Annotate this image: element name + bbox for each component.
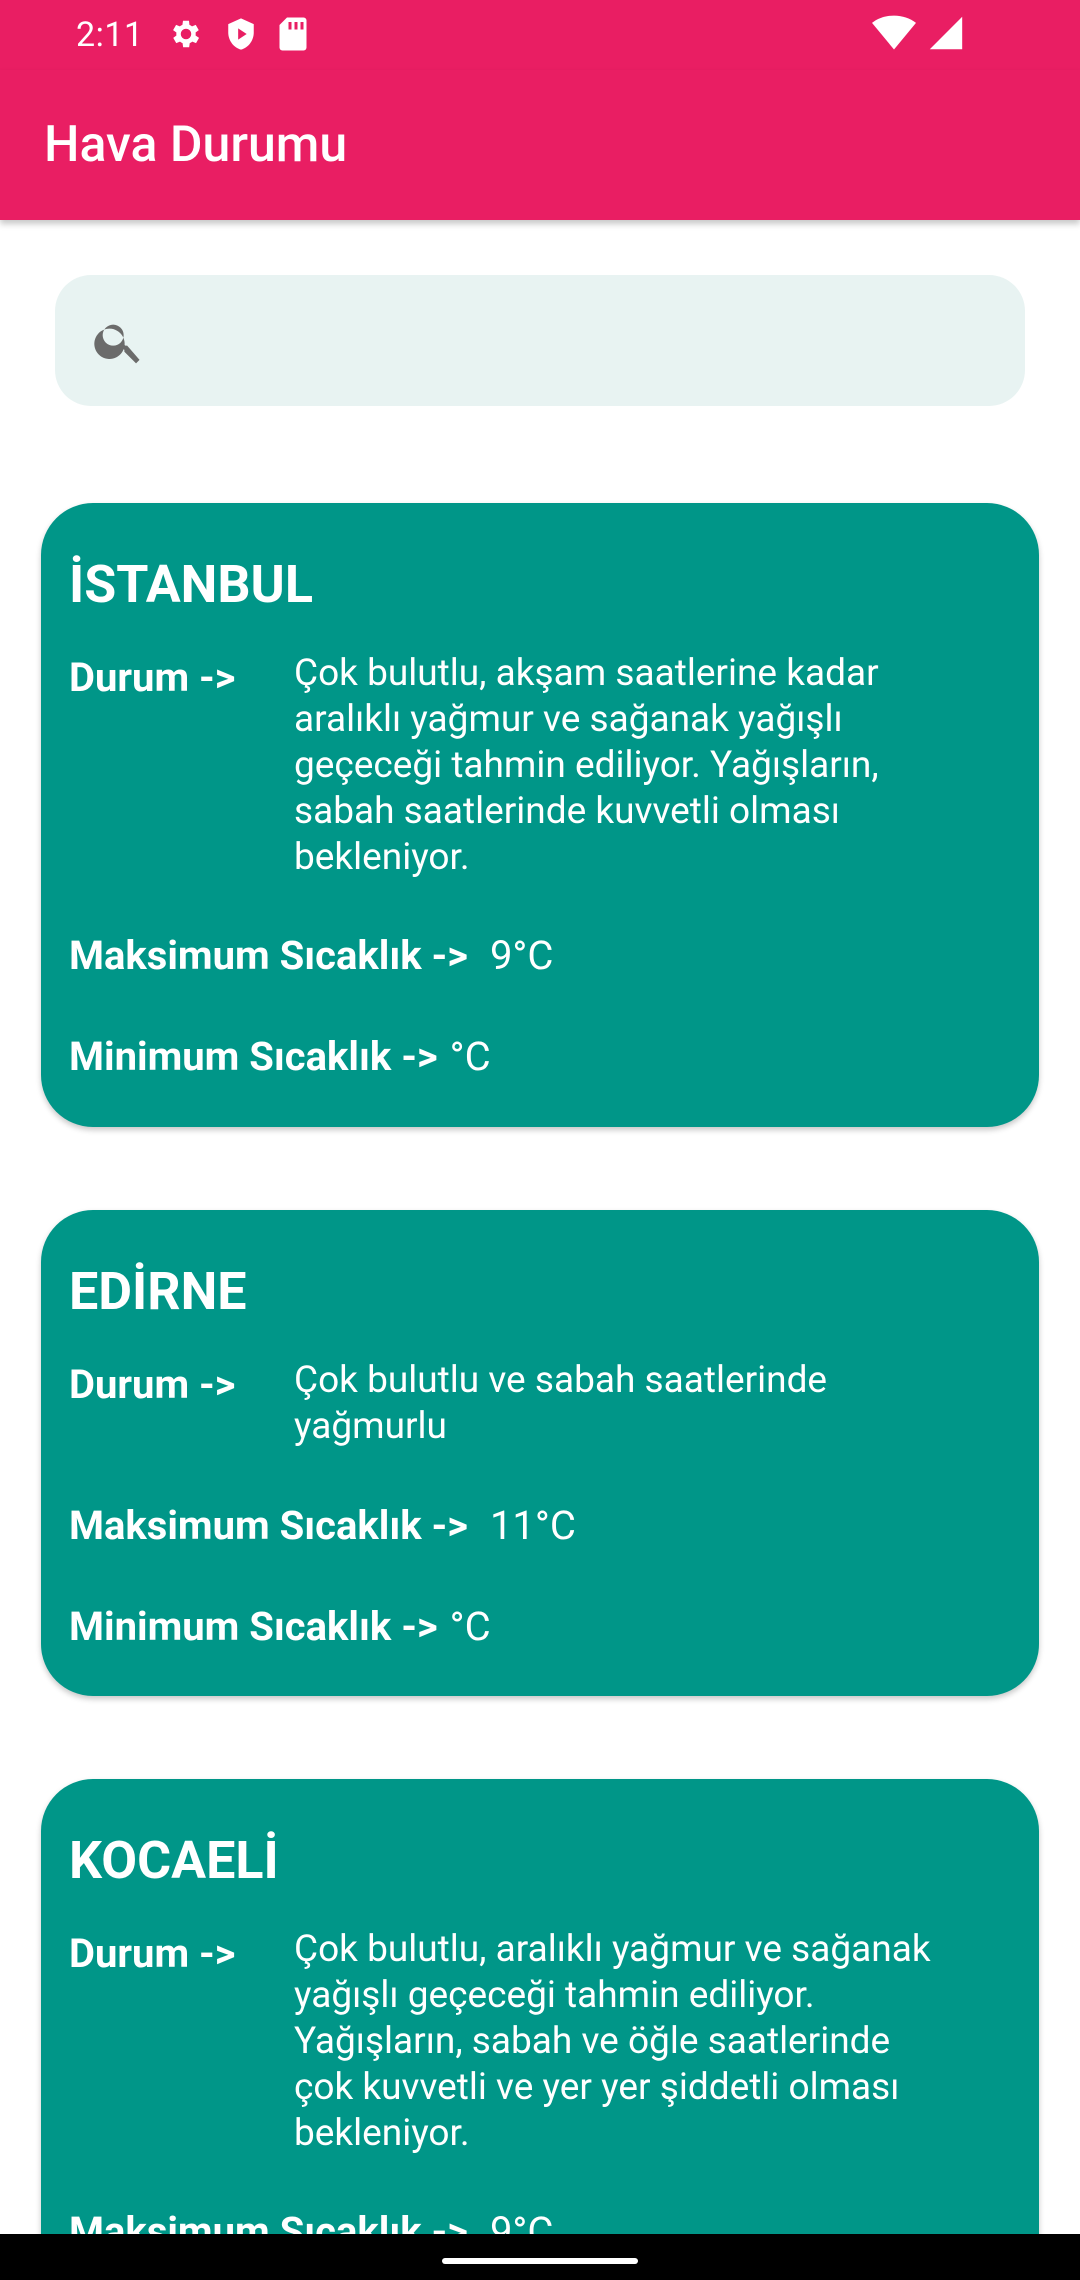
- city-card-istanbul[interactable]: İSTANBUL Durum -> Çok bulutlu, akşam saa…: [41, 503, 1039, 1127]
- city-name: EDİRNE: [69, 1261, 247, 1322]
- min-temp-row: Minimum Sıcaklık -> °C: [69, 1033, 491, 1081]
- durum-line: Yağışların, sabah ve öğle saatlerinde: [294, 2020, 891, 2063]
- durum-line: çok kuvvetli ve yer yer şiddetli olması: [294, 2066, 900, 2109]
- shield-play-icon: [224, 16, 258, 52]
- sd-card-icon: [278, 16, 308, 52]
- durum-text: Çok bulutlu, akşam saatlerine kadar aral…: [294, 651, 994, 881]
- status-icons-right: [872, 14, 964, 52]
- durum-line: yağmurlu: [294, 1405, 447, 1448]
- max-temp-value: 11°C: [489, 1502, 576, 1549]
- search-icon[interactable]: [91, 313, 147, 373]
- city-card-kocaeli[interactable]: KOCAELİ Durum -> Çok bulutlu, aralıklı y…: [41, 1779, 1039, 2280]
- durum-line: bekleniyor.: [294, 2112, 470, 2155]
- durum-label: Durum ->: [69, 654, 236, 701]
- durum-line: Çok bulutlu ve sabah saatlerinde: [294, 1359, 828, 1402]
- cellular-signal-icon: [928, 14, 964, 52]
- status-bar: 2:11: [0, 0, 1080, 70]
- status-time: 2:11: [76, 15, 144, 55]
- search-bar[interactable]: [55, 275, 1025, 406]
- min-temp-value: °C: [449, 1603, 491, 1650]
- max-temp-row: Maksimum Sıcaklık -> 9°C: [69, 932, 553, 980]
- status-icons-left: [168, 16, 308, 52]
- durum-label: Durum ->: [69, 1930, 236, 1977]
- settings-icon: [168, 16, 204, 52]
- navigation-bar: [0, 2234, 1080, 2280]
- city-name: KOCAELİ: [69, 1830, 279, 1891]
- min-temp-value: °C: [449, 1033, 491, 1080]
- max-temp-label: Maksimum Sıcaklık ->: [69, 1502, 468, 1549]
- min-temp-label: Minimum Sıcaklık ->: [69, 1603, 438, 1650]
- durum-line: Çok bulutlu, akşam saatlerine kadar: [294, 652, 879, 695]
- durum-line: yağışlı geçeceği tahmin ediliyor.: [294, 1974, 815, 2017]
- screen: 2:11 Hava Durumu İSTANBUL Durum -> Çok b…: [0, 0, 1080, 2280]
- durum-text: Çok bulutlu ve sabah saatlerinde yağmurl…: [294, 1358, 994, 1450]
- durum-line: Çok bulutlu, aralıklı yağmur ve sağanak: [294, 1928, 931, 1971]
- durum-line: aralıklı yağmur ve sağanak yağışlı: [294, 698, 843, 741]
- city-card-edirne[interactable]: EDİRNE Durum -> Çok bulutlu ve sabah saa…: [41, 1210, 1039, 1696]
- min-temp-row: Minimum Sıcaklık -> °C: [69, 1603, 491, 1651]
- max-temp-value: 9°C: [489, 932, 554, 979]
- durum-line: bekleniyor.: [294, 836, 470, 879]
- app-title: Hava Durumu: [44, 116, 348, 174]
- durum-label: Durum ->: [69, 1361, 236, 1408]
- search-input[interactable]: [165, 299, 985, 382]
- min-temp-label: Minimum Sıcaklık ->: [69, 1033, 438, 1080]
- durum-text: Çok bulutlu, aralıklı yağmur ve sağanak …: [294, 1927, 994, 2157]
- max-temp-row: Maksimum Sıcaklık -> 11°C: [69, 1502, 576, 1550]
- city-name: İSTANBUL: [69, 554, 313, 615]
- app-bar: Hava Durumu: [0, 70, 1080, 220]
- durum-line: sabah saatlerinde kuvvetli olması: [294, 790, 840, 833]
- home-gesture-handle[interactable]: [442, 2258, 638, 2264]
- wifi-icon: [872, 14, 916, 52]
- max-temp-label: Maksimum Sıcaklık ->: [69, 932, 468, 979]
- durum-line: geçeceği tahmin ediliyor. Yağışların,: [294, 744, 879, 787]
